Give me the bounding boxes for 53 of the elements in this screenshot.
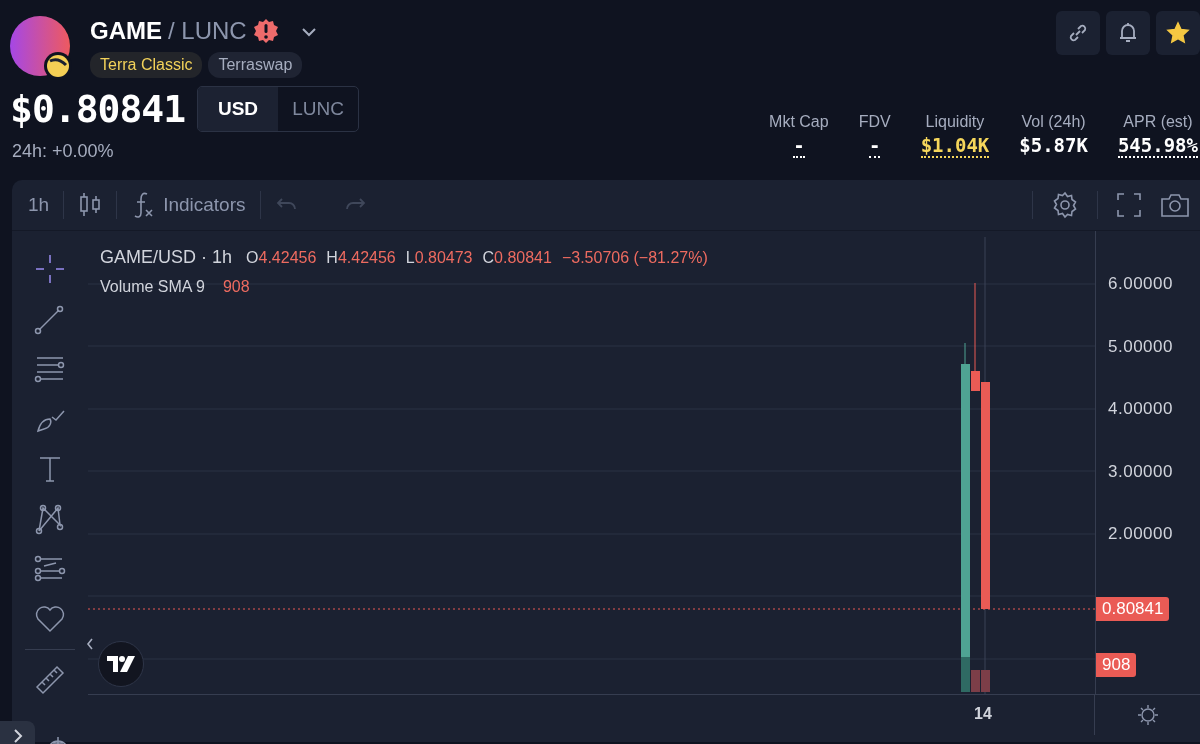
- collapse-icon[interactable]: [86, 637, 94, 651]
- pattern-icon[interactable]: [34, 503, 66, 535]
- price-axis-label: 3.00000: [1108, 461, 1173, 482]
- camera-icon[interactable]: [1160, 192, 1190, 218]
- stat-value: -: [793, 134, 805, 158]
- logo-mark-icon: [107, 656, 135, 672]
- stat-label: Liquidity: [925, 113, 985, 131]
- link-button[interactable]: [1056, 11, 1100, 55]
- indicator-name: Volume SMA 9: [100, 278, 205, 296]
- quote-symbol: / LUNC: [168, 17, 247, 45]
- token-symbol: GAME: [90, 17, 162, 45]
- last-price-badge: 0.80841: [1096, 597, 1170, 621]
- price-axis-label: 2.00000: [1108, 524, 1173, 544]
- stat-value: -: [868, 134, 881, 158]
- currency-toggle-option[interactable]: USD: [198, 87, 279, 131]
- tag: Terra Classic: [90, 52, 203, 78]
- sun-icon[interactable]: [1136, 704, 1159, 726]
- stat-label: Mkt Cap: [769, 113, 829, 131]
- volume-badge: 908: [1096, 653, 1137, 677]
- time-axis-label: 14: [974, 705, 992, 723]
- interval-button[interactable]: 1h: [24, 190, 54, 220]
- tag: Terraswap: [208, 52, 303, 78]
- tradingview-logo[interactable]: [98, 641, 144, 687]
- trend-line-icon[interactable]: [34, 303, 66, 335]
- expand-button[interactable]: [0, 721, 35, 744]
- candlestick-icon: [78, 192, 103, 218]
- chevron-right-icon: [11, 727, 24, 744]
- fullscreen-icon[interactable]: [1116, 192, 1142, 218]
- currency-toggle-option[interactable]: LUNC: [278, 87, 359, 131]
- price-change: 24h: +0.00%: [12, 141, 114, 162]
- warning-icon: [252, 18, 279, 44]
- price-axis-label: 4.00000: [1108, 399, 1173, 419]
- heart-icon[interactable]: [34, 603, 66, 635]
- crosshair-icon[interactable]: [34, 253, 66, 285]
- volume-bars-drawing: [961, 657, 990, 692]
- price: $0.80841: [10, 87, 186, 131]
- stat-value: 545.98%: [1117, 134, 1198, 158]
- price-axis-label: 6.00000: [1108, 274, 1173, 294]
- settings-icon[interactable]: [1051, 191, 1079, 219]
- symbol-legend: GAME/USD · 1h: [100, 247, 233, 268]
- bell-icon: [1117, 21, 1139, 45]
- indicator-value: 908: [222, 278, 250, 296]
- stat-label: FDV: [858, 113, 891, 131]
- ohlc-values: O4.42456 H4.42456 L0.80473 C0.80841 −3.50706 (−81.27%): [246, 249, 708, 267]
- indicators-button[interactable]: Indicators: [127, 187, 250, 223]
- notification-button[interactable]: [1106, 11, 1150, 55]
- price-axis-label: 5.00000: [1108, 336, 1173, 357]
- stat-label: Vol (24h): [1021, 113, 1086, 131]
- favorite-button[interactable]: [1156, 11, 1200, 55]
- ruler-icon[interactable]: [34, 664, 66, 696]
- stat-value: $1.04K: [920, 134, 990, 158]
- stat-label: APR (est): [1123, 113, 1193, 131]
- stat-value: $5.87K: [1019, 134, 1088, 158]
